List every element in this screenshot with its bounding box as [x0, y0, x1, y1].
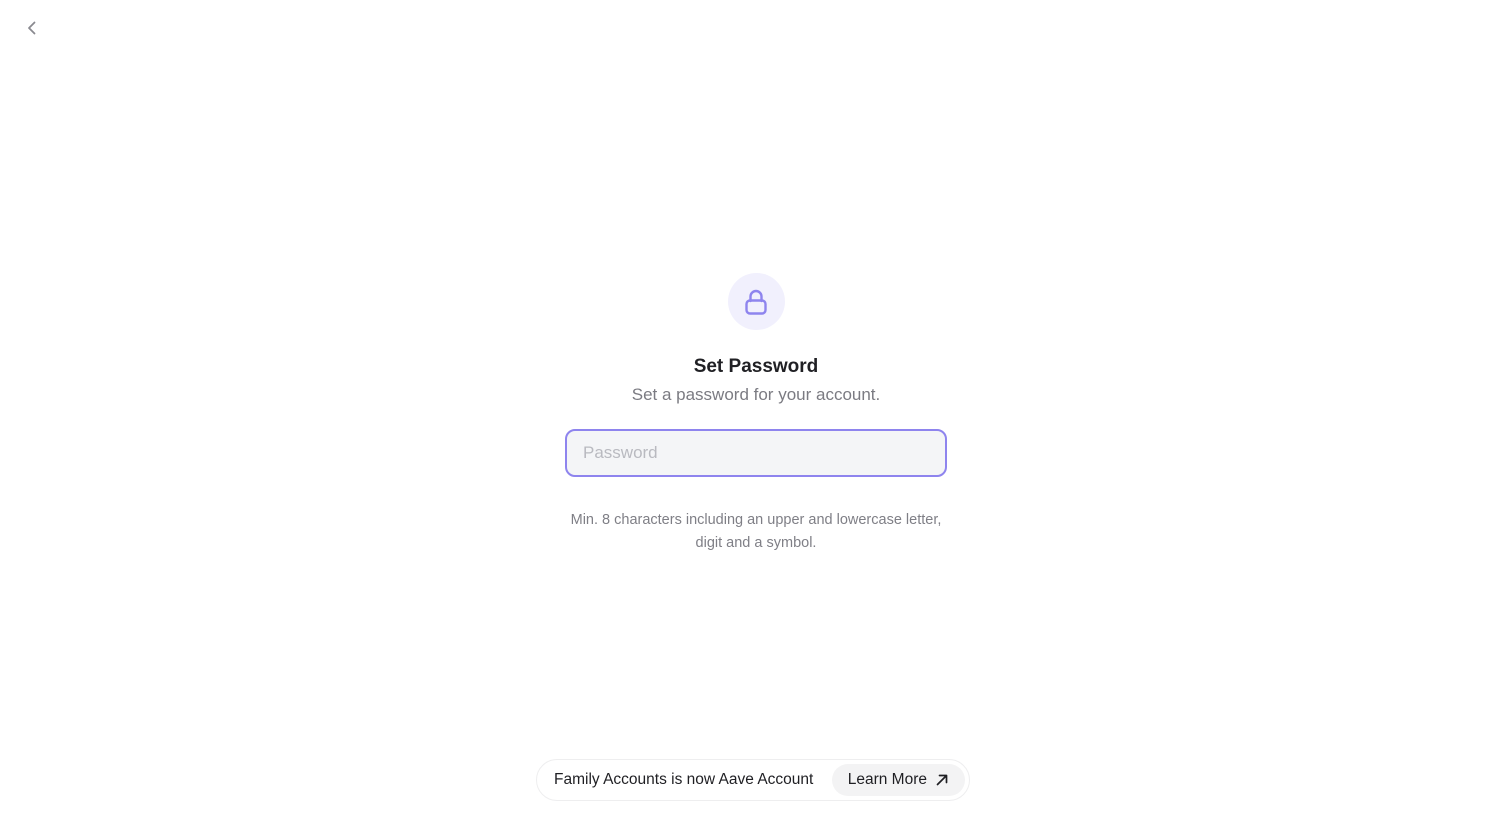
banner-text: Family Accounts is now Aave Account — [554, 771, 814, 788]
learn-more-button[interactable]: Learn More — [831, 764, 965, 796]
learn-more-label: Learn More — [847, 771, 927, 788]
lock-badge — [727, 273, 785, 330]
lock-icon — [743, 288, 769, 316]
password-input[interactable] — [581, 442, 931, 464]
page-title: Set Password — [693, 356, 819, 377]
back-button[interactable] — [18, 14, 46, 42]
announcement-banner: Family Accounts is now Aave Account Lear… — [536, 759, 970, 801]
chevron-left-icon — [24, 20, 40, 36]
arrow-up-right-icon — [935, 773, 949, 787]
password-requirements-hint: Min. 8 characters including an upper and… — [570, 512, 942, 551]
page-subtitle: Set a password for your account. — [631, 385, 881, 404]
password-field[interactable] — [565, 429, 947, 477]
set-password-form: Set Password Set a password for your acc… — [0, 273, 1512, 554]
set-password-page: Set Password Set a password for your acc… — [0, 0, 1512, 814]
